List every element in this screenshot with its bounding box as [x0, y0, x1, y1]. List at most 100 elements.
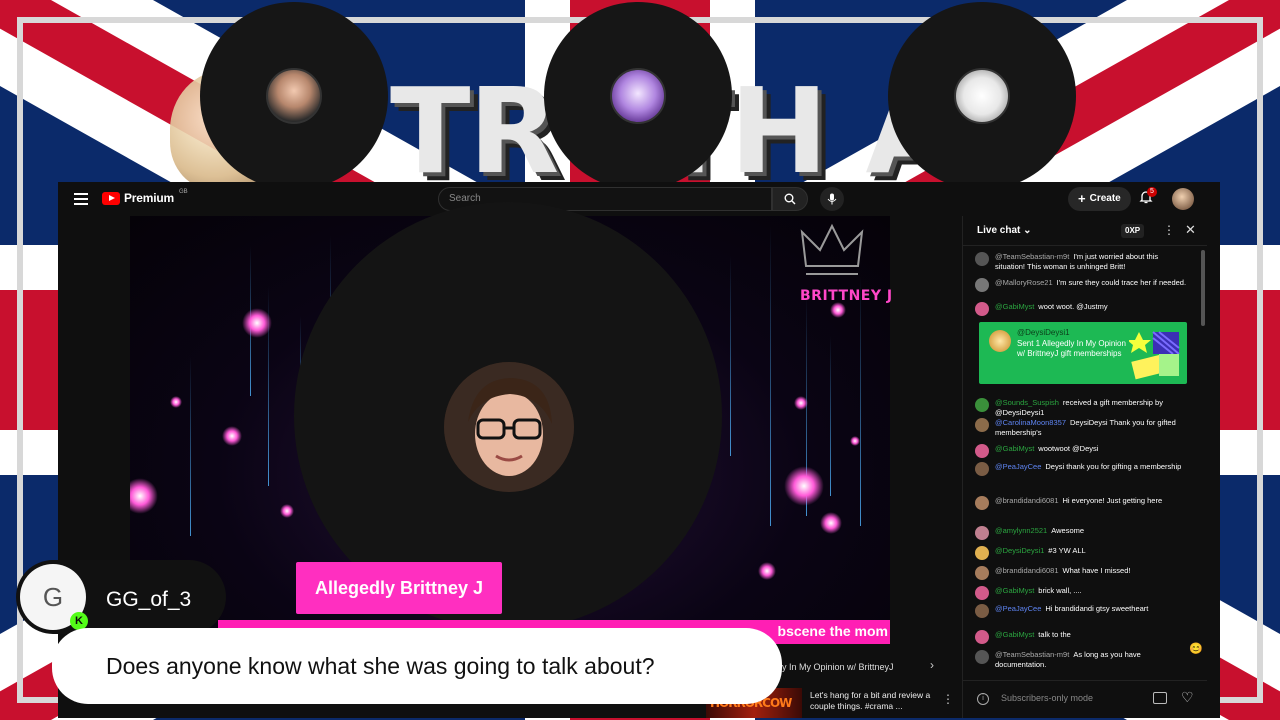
chat-author-avatar[interactable] — [975, 278, 989, 292]
gift-text: Sent 1 Allegedly In My Opinion w/ Brittn… — [1017, 339, 1126, 358]
gift-author: @DeysiDeysi1 — [1017, 328, 1070, 337]
chat-message-body: @TeamSebastian-m9t As long as you have do… — [995, 650, 1187, 670]
more-options-icon[interactable]: ⋮ — [942, 692, 954, 706]
chat-author-name[interactable]: @TeamSebastian-m9t — [995, 650, 1069, 659]
chat-author-name[interactable]: @PeaJayCee — [995, 462, 1041, 471]
account-avatar[interactable] — [1172, 188, 1194, 210]
guest-avatar-2 — [610, 68, 666, 124]
chat-message-body: @GabiMyst woot woot. @Justmy — [995, 302, 1108, 316]
info-icon[interactable]: i — [977, 693, 989, 705]
chat-author-name[interactable]: @DeysiDeysi1 — [995, 546, 1044, 555]
chat-message-text: woot woot. @Justmy — [1038, 302, 1108, 311]
chat-message-text: #3 YW ALL — [1048, 546, 1086, 555]
chat-message[interactable]: @Sounds_Suspish received a gift membershi… — [975, 398, 1187, 418]
chat-message-text: talk to the — [1038, 630, 1071, 639]
chat-input-bar: i Subscribers-only mode ♡ — [963, 680, 1207, 718]
chat-author-avatar[interactable] — [975, 526, 989, 540]
chat-message[interactable]: @MalloryRose21 I'm sure they could trace … — [975, 278, 1187, 292]
chat-more-icon[interactable]: ⋮ — [1163, 223, 1175, 237]
guest-avatar-1 — [266, 68, 322, 124]
chat-message[interactable]: @GabiMyst talk to the — [975, 630, 1187, 644]
plus-icon: + — [1078, 191, 1086, 206]
chat-message[interactable]: @GabiMyst brick wall, .... — [975, 586, 1187, 600]
chat-message[interactable]: @GabiMyst woot woot. @Justmy — [975, 302, 1187, 316]
chat-message-body: @GabiMyst wootwoot @Deysi — [995, 444, 1098, 458]
chat-author-avatar[interactable] — [975, 566, 989, 580]
notifications-button[interactable]: 5 — [1138, 187, 1158, 209]
chat-author-avatar[interactable] — [975, 586, 989, 600]
up-next-title[interactable]: edly In My Opinion w/ BrittneyJ — [770, 662, 894, 672]
chat-author-avatar[interactable] — [975, 462, 989, 476]
chat-message[interactable]: @PeaJayCee Deysi thank you for gifting a … — [975, 462, 1187, 476]
chat-header: Live chat ⌄ 0XP ⋮ ✕ — [963, 216, 1207, 246]
guest-slot-3 — [888, 2, 1076, 190]
create-label: Create — [1089, 193, 1121, 204]
chat-message[interactable]: @amylynn2521 Awesome — [975, 526, 1187, 540]
chat-author-name[interactable]: @GabiMyst — [995, 586, 1034, 595]
chat-message[interactable]: @CarolinaMoon8357 DeysiDeysi Thank you fo… — [975, 418, 1187, 438]
create-button[interactable]: + Create — [1068, 187, 1131, 211]
chat-message-body: @brandidandi6081 Hi everyone! Just gettin… — [995, 496, 1162, 510]
youtube-header: Premium GB Search + Create 5 — [58, 182, 1220, 216]
chat-message-body: @amylynn2521 Awesome — [995, 526, 1084, 540]
chat-message[interactable]: @brandidandi6081 What have I missed! — [975, 566, 1187, 580]
chat-author-name[interactable]: @GabiMyst — [995, 630, 1034, 639]
chat-message[interactable]: @brandidandi6081 Hi everyone! Just gettin… — [975, 496, 1187, 510]
chat-message[interactable]: @TeamSebastian-m9t As long as you have do… — [975, 650, 1187, 670]
chevron-right-icon[interactable]: › — [930, 658, 934, 672]
chat-message[interactable]: @GabiMyst wootwoot @Deysi — [975, 444, 1187, 458]
chat-author-name[interactable]: @Sounds_Suspish — [995, 398, 1059, 407]
chat-author-name[interactable]: @CarolinaMoon8357 — [995, 418, 1066, 427]
emoji-reaction-icon: 😊 — [1189, 643, 1203, 655]
chat-author-name[interactable]: @GabiMyst — [995, 444, 1034, 453]
chat-author-avatar[interactable] — [975, 604, 989, 618]
chat-input-field[interactable]: Subscribers-only mode — [1001, 693, 1093, 703]
chat-message-body: @GabiMyst brick wall, .... — [995, 586, 1082, 600]
up-next-description[interactable]: Let's hang for a bit and review a couple… — [810, 690, 938, 712]
gift-author-avatar — [989, 330, 1011, 352]
chat-author-avatar[interactable] — [975, 398, 989, 412]
chat-message-body: @CarolinaMoon8357 DeysiDeysi Thank you fo… — [995, 418, 1187, 438]
chat-mode-dropdown[interactable]: Live chat ⌄ — [977, 225, 1032, 236]
chat-message-text: I'm sure they could trace her if needed. — [1056, 278, 1187, 287]
youtube-logo[interactable]: Premium GB — [102, 189, 188, 205]
search-button[interactable] — [772, 187, 808, 211]
chat-message-text: Deysi thank you for gifting a membership — [1045, 462, 1182, 471]
voice-search-button[interactable] — [820, 187, 844, 211]
chat-author-name[interactable]: @PeaJayCee — [995, 604, 1041, 613]
chat-messages[interactable]: @DeysiDeysi1 Sent 1 Allegedly In My Opin… — [975, 248, 1203, 684]
chat-author-name[interactable]: @TeamSebastian-m9t — [995, 252, 1069, 261]
chat-message-text: wootwoot @Deysi — [1038, 444, 1099, 453]
membership-icon[interactable] — [1153, 692, 1167, 704]
chat-author-avatar[interactable] — [975, 496, 989, 510]
chat-author-avatar[interactable] — [975, 252, 989, 266]
chat-scrollbar[interactable] — [1201, 250, 1205, 326]
xp-badge[interactable]: 0XP — [1121, 224, 1145, 238]
chat-author-avatar[interactable] — [975, 630, 989, 644]
chat-author-name[interactable]: @brandidandi6081 — [995, 566, 1059, 575]
chat-author-avatar[interactable] — [975, 444, 989, 458]
chat-message-body: @PeaJayCee Deysi thank you for gifting a … — [995, 462, 1181, 476]
heart-icon[interactable]: ♡ — [1181, 689, 1194, 706]
chat-author-avatar[interactable] — [975, 418, 989, 432]
chat-author-name[interactable]: @amylynn2521 — [995, 526, 1047, 535]
close-icon[interactable]: ✕ — [1185, 222, 1196, 238]
chevron-down-icon: ⌄ — [1023, 225, 1032, 236]
comment-username: GG_of_3 — [106, 588, 192, 611]
chat-message[interactable]: @TeamSebastian-m9t I'm just worried about… — [975, 252, 1187, 272]
chat-author-avatar[interactable] — [975, 650, 989, 664]
notification-count-badge: 5 — [1147, 187, 1157, 197]
chat-author-name[interactable]: @brandidandi6081 — [995, 496, 1059, 505]
chat-author-avatar[interactable] — [975, 546, 989, 560]
hamburger-menu-icon[interactable] — [74, 193, 88, 205]
chat-author-avatar[interactable] — [975, 302, 989, 316]
chat-message-text: Hi brandidandi gtsy sweetheart — [1045, 604, 1149, 613]
chat-author-name[interactable]: @GabiMyst — [995, 302, 1034, 311]
comment-bubble: Does anyone know what she was going to t… — [52, 628, 782, 704]
chat-message-text: brick wall, .... — [1038, 586, 1082, 595]
chat-message[interactable]: @DeysiDeysi1 #3 YW ALL — [975, 546, 1187, 560]
chat-message[interactable]: @PeaJayCee Hi brandidandi gtsy sweetheart — [975, 604, 1187, 618]
chat-message-text: Awesome — [1051, 526, 1085, 535]
chat-author-name[interactable]: @MalloryRose21 — [995, 278, 1053, 287]
stream-brand-text: BRITTNEY J — [800, 288, 893, 304]
